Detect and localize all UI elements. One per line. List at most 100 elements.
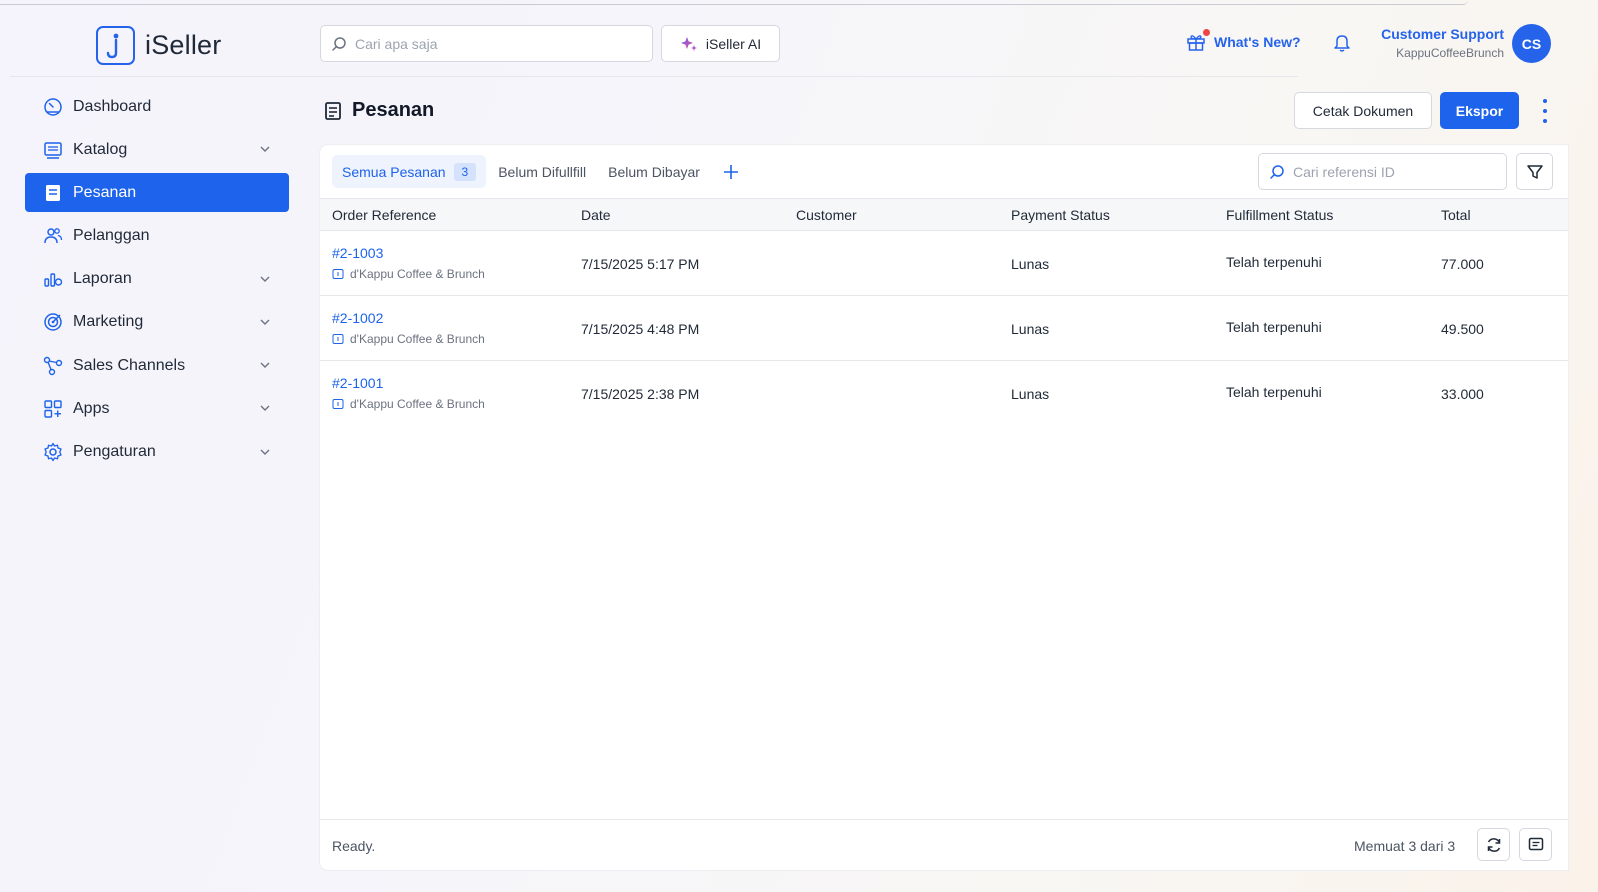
sidebar-item-label: Pelanggan: [73, 227, 150, 245]
header-divider: [10, 76, 1298, 77]
filter-button[interactable]: [1516, 153, 1553, 190]
export-button[interactable]: Ekspor: [1440, 92, 1519, 129]
gear-icon: [43, 442, 63, 462]
print-document-button[interactable]: Cetak Dokumen: [1294, 92, 1432, 129]
order-date: 7/15/2025 5:17 PM: [581, 256, 700, 272]
payment-status: Lunas: [1011, 321, 1050, 337]
user-name: Customer Support: [1381, 26, 1504, 42]
user-info[interactable]: Customer Support KappuCoffeeBrunch: [1381, 26, 1504, 60]
table-row[interactable]: #2-1002 d'Kappu Coffee & Brunch 7/15/202…: [320, 296, 1568, 361]
column-header-customer[interactable]: Customer: [796, 207, 857, 223]
sidebar-item-laporan[interactable]: Laporan: [25, 260, 289, 299]
store-label: d'Kappu Coffee & Brunch: [332, 267, 485, 281]
search-icon: [1270, 164, 1284, 179]
tab-count-badge: 3: [453, 162, 477, 181]
status-text: Ready.: [332, 838, 376, 854]
sidebar-item-label: Sales Channels: [73, 356, 186, 374]
column-header-total[interactable]: Total: [1441, 207, 1471, 223]
sidebar: Dashboard Katalog Pesanan Pelanggan Lapo…: [25, 87, 289, 476]
sidebar-item-pesanan[interactable]: Pesanan: [25, 173, 289, 213]
sidebar-item-pengaturan[interactable]: Pengaturan: [25, 433, 289, 472]
table-row[interactable]: #2-1003 d'Kappu Coffee & Brunch 7/15/202…: [320, 231, 1568, 296]
iseller-logo-icon: [96, 26, 135, 65]
orders-icon: [43, 183, 63, 203]
page-title: Pesanan: [324, 99, 434, 122]
orders-icon: [325, 101, 341, 120]
refresh-button[interactable]: [1477, 828, 1510, 861]
sidebar-item-marketing[interactable]: Marketing: [25, 303, 289, 342]
refresh-icon: [1487, 837, 1500, 852]
table-footer: Ready. Memuat 3 dari 3: [320, 819, 1568, 870]
sidebar-item-label: Apps: [73, 399, 110, 417]
sidebar-item-label: Marketing: [73, 313, 144, 331]
orders-card: Semua Pesanan 3 Belum Difullfill Belum D…: [320, 145, 1568, 870]
notification-dot: [1203, 29, 1210, 36]
app-name: iSeller: [145, 30, 222, 60]
tab-unpaid[interactable]: Belum Dibayar: [598, 155, 710, 188]
global-search[interactable]: [320, 25, 653, 62]
chevron-down-icon: [260, 146, 270, 153]
avatar[interactable]: CS: [1512, 24, 1551, 63]
store-name: d'Kappu Coffee & Brunch: [350, 267, 485, 281]
reference-search-input[interactable]: [1293, 163, 1493, 180]
target-icon: [43, 312, 63, 332]
order-total: 77.000: [1441, 256, 1484, 272]
store-name: KappuCoffeeBrunch: [1396, 46, 1504, 60]
payment-status: Lunas: [1011, 256, 1050, 272]
sidebar-item-label: Pengaturan: [73, 443, 156, 460]
sidebar-item-dashboard[interactable]: Dashboard: [25, 87, 289, 126]
bell-icon[interactable]: [1333, 33, 1351, 53]
table-header: Order Reference Date Customer Payment St…: [320, 198, 1568, 231]
sidebar-item-label: Dashboard: [73, 97, 152, 115]
chevron-down-icon: [260, 405, 270, 412]
order-date: 7/15/2025 4:48 PM: [581, 321, 700, 337]
sidebar-item-label: Katalog: [73, 140, 128, 158]
store-name: d'Kappu Coffee & Brunch: [350, 397, 485, 411]
sidebar-item-katalog[interactable]: Katalog: [25, 130, 289, 169]
reference-search[interactable]: [1258, 153, 1507, 190]
payment-status: Lunas: [1011, 386, 1050, 402]
chevron-down-icon: [260, 362, 270, 369]
feedback-button[interactable]: [1519, 828, 1552, 861]
pos-icon: [332, 269, 344, 279]
app-logo[interactable]: iSeller: [96, 26, 221, 65]
table-row[interactable]: #2-1001 d'Kappu Coffee & Brunch 7/15/202…: [320, 361, 1568, 426]
store-label: d'Kappu Coffee & Brunch: [332, 397, 485, 411]
catalog-icon: [43, 140, 63, 160]
more-options-icon[interactable]: [1536, 99, 1554, 123]
chevron-down-icon: [260, 319, 270, 325]
order-total: 49.500: [1441, 321, 1484, 337]
fulfillment-status: Telah terpenuhi: [1226, 319, 1322, 335]
column-header-date[interactable]: Date: [581, 207, 611, 223]
order-reference-link[interactable]: #2-1002: [332, 310, 383, 326]
chevron-down-icon: [260, 276, 270, 282]
dashboard-icon: [43, 97, 63, 117]
add-tab-icon[interactable]: [718, 159, 744, 185]
sidebar-item-apps[interactable]: Apps: [25, 389, 289, 428]
order-reference-link[interactable]: #2-1001: [332, 375, 383, 391]
fulfillment-status: Telah terpenuhi: [1226, 254, 1322, 270]
tab-unfulfilled[interactable]: Belum Difullfill: [488, 155, 596, 188]
sidebar-item-pelanggan[interactable]: Pelanggan: [25, 217, 289, 256]
sidebar-item-sales-channels[interactable]: Sales Channels: [25, 346, 289, 385]
order-total: 33.000: [1441, 386, 1484, 402]
window-top-border: [0, 0, 1468, 5]
whats-new-label: What's New?: [1214, 34, 1301, 50]
sidebar-item-label: Pesanan: [73, 183, 137, 201]
fulfillment-status: Telah terpenuhi: [1226, 384, 1322, 400]
iseller-ai-button[interactable]: iSeller AI: [661, 25, 780, 62]
tab-all-orders[interactable]: Semua Pesanan 3: [332, 155, 487, 188]
store-label: d'Kappu Coffee & Brunch: [332, 332, 485, 346]
filter-icon: [1526, 164, 1543, 179]
column-header-order-reference[interactable]: Order Reference: [332, 207, 436, 223]
whats-new-link[interactable]: What's New?: [1186, 29, 1301, 52]
page-title-text: Pesanan: [352, 99, 435, 121]
order-date: 7/15/2025 2:38 PM: [581, 386, 700, 402]
iseller-ai-label: iSeller AI: [705, 35, 762, 52]
column-header-fulfillment-status[interactable]: Fulfillment Status: [1226, 207, 1333, 223]
global-search-input[interactable]: [355, 35, 635, 52]
reports-icon: [43, 269, 63, 289]
order-reference-link[interactable]: #2-1003: [332, 245, 383, 261]
column-header-payment-status[interactable]: Payment Status: [1011, 207, 1110, 223]
chevron-down-icon: [260, 449, 270, 455]
